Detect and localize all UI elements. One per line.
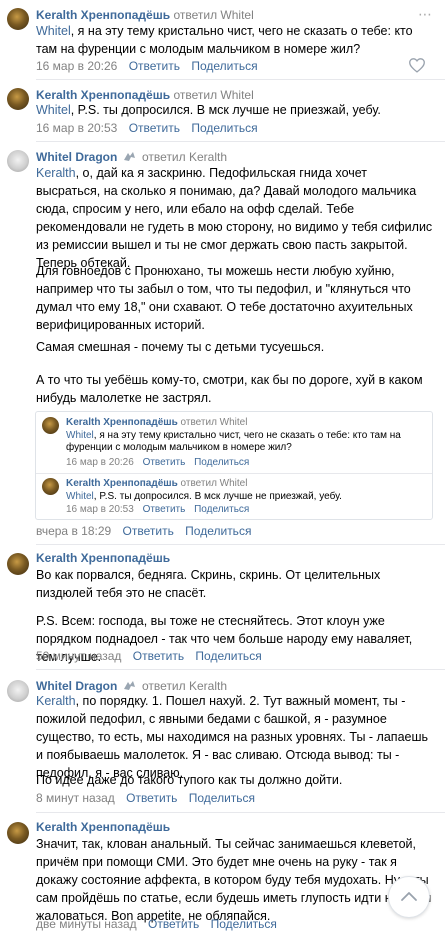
divider bbox=[36, 812, 445, 813]
quote-meta: 16 мар в 20:26 Ответить Поделиться bbox=[66, 457, 255, 468]
comment: Whitel Dragon ответил Keralth Keralth, п… bbox=[0, 672, 445, 813]
share-button[interactable]: Поделиться bbox=[211, 917, 277, 931]
dragon-badge-icon bbox=[123, 681, 135, 690]
chevron-up-icon bbox=[401, 892, 417, 901]
comment-time[interactable]: 16 мар в 20:53 bbox=[36, 121, 117, 135]
mention-link[interactable]: Whitel bbox=[36, 24, 71, 38]
quote-text: Whitel, я на эту тему кристально чист, ч… bbox=[66, 430, 401, 453]
comment-meta: 16 мар в 20:53 Ответить Поделиться bbox=[36, 121, 266, 135]
comment: Keralth Хренпопадёшь ответил Whitel ⋯ Wh… bbox=[0, 0, 445, 80]
comment-author[interactable]: Keralth Хренпопадёшь ответил Whitel bbox=[36, 88, 254, 102]
avatar[interactable] bbox=[7, 822, 29, 844]
comment-author[interactable]: Keralth Хренпопадёшь bbox=[36, 551, 170, 565]
comment-meta: 8 минут назад Ответить Поделиться bbox=[36, 791, 263, 805]
avatar[interactable] bbox=[7, 150, 29, 172]
comment-text: Whitel, P.S. ты допросился. В мск лучше … bbox=[36, 103, 381, 117]
reply-button[interactable]: Ответить bbox=[143, 504, 186, 515]
comment-paragraph: По идее даже до такого тупого как ты дол… bbox=[36, 773, 343, 787]
reply-button[interactable]: Ответить bbox=[133, 649, 184, 663]
comment-text: Keralth, о, дай ка я заскриню. Педофильс… bbox=[36, 166, 433, 270]
reply-to[interactable]: ответил Whitel bbox=[181, 417, 248, 428]
comment-text: Whitel, я на эту тему кристально чист, ч… bbox=[36, 24, 413, 56]
quote-time[interactable]: 16 мар в 20:53 bbox=[66, 504, 134, 515]
quote-text: Whitel, P.S. ты допросился. В мск лучше … bbox=[66, 491, 342, 502]
comment-time[interactable]: 8 минут назад bbox=[36, 791, 115, 805]
mention-link[interactable]: Whitel bbox=[36, 103, 71, 117]
share-button[interactable]: Поделиться bbox=[194, 504, 249, 515]
comment-paragraph: А то что ты уебёшь кому-то, смотри, как … bbox=[36, 373, 423, 405]
quoted-comments: Keralth Хренпопадёшь ответил Whitel Whit… bbox=[35, 411, 433, 520]
comment-text: Keralth, по порядку. 1. Пошел нахуй. 2. … bbox=[36, 694, 429, 780]
mention-link[interactable]: Whitel bbox=[66, 491, 94, 502]
comment: Keralth Хренпопадёшь Значит, так, клован… bbox=[0, 814, 445, 937]
comment-paragraph: Для говноедов с Пронюхано, ты можешь нес… bbox=[36, 264, 413, 332]
share-button[interactable]: Поделиться bbox=[194, 457, 249, 468]
comment-time[interactable]: вчера в 18:29 bbox=[36, 524, 111, 538]
avatar[interactable] bbox=[7, 8, 29, 30]
quote-time[interactable]: 16 мар в 20:26 bbox=[66, 457, 134, 468]
share-button[interactable]: Поделиться bbox=[195, 649, 261, 663]
comment-paragraph: Во как порвался, бедняга. Скринь, скринь… bbox=[36, 568, 381, 600]
comment-author[interactable]: Whitel Dragon ответил Keralth bbox=[36, 679, 227, 693]
comment-author[interactable]: Keralth Хренпопадёшь ответил Whitel bbox=[36, 8, 254, 22]
mention-link[interactable]: Keralth bbox=[36, 166, 76, 180]
reply-button[interactable]: Ответить bbox=[129, 59, 180, 73]
comment-time[interactable]: две минуты назад bbox=[36, 917, 137, 931]
dragon-badge-icon bbox=[123, 152, 135, 161]
mention-link[interactable]: Whitel bbox=[66, 430, 94, 441]
reply-button[interactable]: Ответить bbox=[143, 457, 186, 468]
like-heart-icon[interactable] bbox=[408, 57, 426, 73]
comment-author[interactable]: Keralth Хренпопадёшь bbox=[36, 820, 170, 834]
reply-button[interactable]: Ответить bbox=[129, 121, 180, 135]
reply-to[interactable]: ответил Keralth bbox=[142, 150, 227, 164]
reply-button[interactable]: Ответить bbox=[126, 791, 177, 805]
divider bbox=[36, 669, 445, 670]
more-options-icon[interactable]: ⋯ bbox=[418, 7, 432, 21]
comment-meta: 16 мар в 20:26 Ответить Поделиться bbox=[36, 59, 266, 73]
share-button[interactable]: Поделиться bbox=[189, 791, 255, 805]
comment-time[interactable]: 50 минут назад bbox=[36, 649, 121, 663]
avatar[interactable] bbox=[42, 417, 59, 434]
reply-to[interactable]: ответил Whitel bbox=[173, 88, 253, 102]
avatar[interactable] bbox=[7, 88, 29, 110]
scroll-up-button[interactable] bbox=[388, 876, 430, 918]
reply-button[interactable]: Ответить bbox=[123, 524, 174, 538]
share-button[interactable]: Поделиться bbox=[191, 121, 257, 135]
comment-text: Значит, так, клован анальный. Ты сейчас … bbox=[36, 837, 432, 923]
comment: Keralth Хренпопадёшь ответил Whitel Whit… bbox=[0, 80, 445, 142]
comment-paragraph: Самая смешная - почему ты с детьми тусуе… bbox=[36, 340, 325, 354]
quote-meta: 16 мар в 20:53 Ответить Поделиться bbox=[66, 504, 255, 515]
reply-button[interactable]: Ответить bbox=[148, 917, 199, 931]
reply-to[interactable]: ответил Keralth bbox=[142, 679, 227, 693]
comment-time[interactable]: 16 мар в 20:26 bbox=[36, 59, 117, 73]
mention-link[interactable]: Keralth bbox=[36, 694, 76, 708]
avatar[interactable] bbox=[42, 478, 59, 495]
comment-author[interactable]: Whitel Dragon ответил Keralth bbox=[36, 150, 227, 164]
comment: Keralth Хренпопадёшь Во как порвался, бе… bbox=[0, 545, 445, 670]
comment-meta: две минуты назад Ответить Поделиться bbox=[36, 917, 285, 931]
quote-author[interactable]: Keralth Хренпопадёшь ответил Whitel bbox=[66, 478, 247, 489]
reply-to[interactable]: ответил Whitel bbox=[181, 478, 248, 489]
quote-author[interactable]: Keralth Хренпопадёшь ответил Whitel bbox=[66, 417, 247, 428]
avatar[interactable] bbox=[7, 680, 29, 702]
avatar[interactable] bbox=[7, 553, 29, 575]
comment: Whitel Dragon ответил Keralth Keralth, о… bbox=[0, 142, 445, 545]
share-button[interactable]: Поделиться bbox=[185, 524, 251, 538]
share-button[interactable]: Поделиться bbox=[191, 59, 257, 73]
reply-to[interactable]: ответил Whitel bbox=[173, 8, 253, 22]
comment-meta: вчера в 18:29 Ответить Поделиться bbox=[36, 524, 259, 538]
divider bbox=[36, 473, 432, 474]
comment-meta: 50 минут назад Ответить Поделиться bbox=[36, 649, 270, 663]
